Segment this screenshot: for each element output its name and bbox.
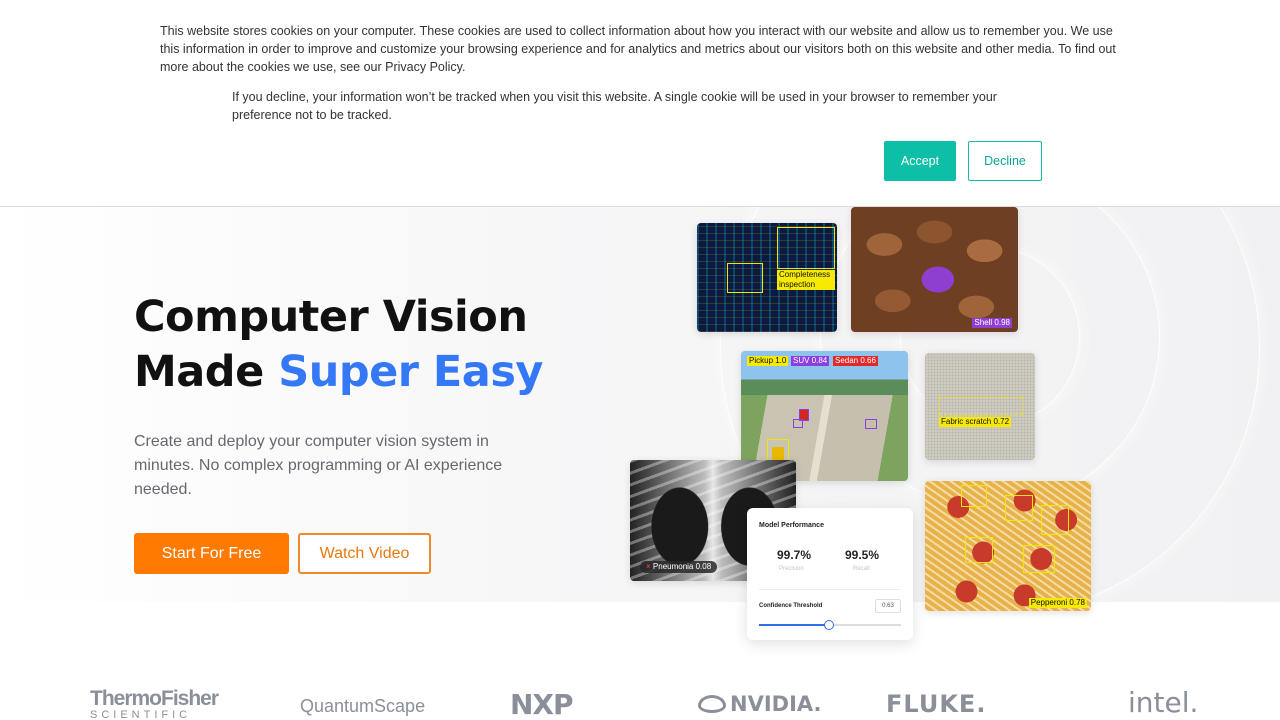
start-for-free-button[interactable]: Start For Free	[134, 533, 289, 574]
detection-box	[965, 537, 993, 563]
panel-title: Model Performance	[759, 522, 824, 529]
intel-logo: intel.	[1128, 686, 1199, 719]
pizza-label: Pepperoni 0.78	[1028, 598, 1087, 608]
pizza-inspection-image: Pepperoni 0.78	[925, 481, 1091, 611]
threshold-label: Confidence Threshold	[759, 603, 823, 609]
vehicle-label-sedan: Sedan 0.66	[833, 356, 878, 366]
hero-headline: Computer Vision Made Super Easy	[134, 290, 543, 400]
thermofisher-logo-main: ThermoFisher	[90, 687, 219, 710]
hero-subtext: Create and deploy your computer vision s…	[134, 433, 503, 498]
precision-value: 99.7%	[777, 548, 812, 562]
threshold-slider[interactable]	[759, 620, 901, 630]
slider-thumb[interactable]	[823, 620, 834, 630]
suv-box	[793, 419, 803, 428]
detection-box	[777, 227, 835, 269]
detection-box	[1023, 545, 1055, 573]
close-icon: ×	[646, 562, 651, 571]
detection-box	[727, 263, 763, 293]
watch-video-button[interactable]: Watch Video	[298, 533, 431, 574]
defect-box	[939, 397, 1023, 415]
nvidia-eye-icon	[698, 695, 726, 713]
pcb-label: Completeness inspection	[777, 270, 835, 290]
model-performance-panel: Model Performance 99.7% Precision 99.5% …	[747, 508, 913, 640]
accept-cookies-button[interactable]: Accept	[884, 141, 956, 181]
thermofisher-logo-sub: SCIENTIFIC	[90, 709, 192, 720]
detection-box	[1041, 505, 1069, 535]
nvidia-logo-text: NVIDIA.	[730, 692, 822, 716]
cookie-decline-info: If you decline, your information won’t b…	[232, 90, 997, 122]
headline-accent: Super Easy	[278, 347, 543, 397]
precision-label: Precision	[779, 566, 804, 572]
fluke-logo: FLUKE.	[886, 690, 987, 718]
quantumscape-logo: QuantumScape	[300, 696, 426, 716]
cookie-banner: This website stores cookies on your comp…	[0, 0, 1280, 207]
decline-cookies-button[interactable]: Decline	[968, 141, 1042, 181]
almond-sorting-image: Shell 0.98	[851, 207, 1018, 332]
detection-box	[1005, 495, 1033, 521]
vehicle-label-suv: SUV 0.84	[791, 356, 830, 366]
suv-box	[865, 419, 877, 429]
almond-label: Shell 0.98	[972, 318, 1012, 328]
recall-label: Recall	[853, 566, 870, 572]
xray-label-text: Pneumonia 0.08	[652, 562, 712, 571]
pcb-inspection-image: Completeness inspection	[697, 223, 837, 332]
thermofisher-logo: ThermoFisher SCIENTIFIC	[90, 687, 219, 720]
fabric-label: Fabric scratch 0.72	[939, 417, 1012, 427]
detection-box	[961, 485, 987, 507]
divider	[759, 589, 901, 590]
fabric-inspection-image: Fabric scratch 0.72	[925, 353, 1035, 460]
vehicle-label-pickup: Pickup 1.0	[747, 356, 789, 366]
xray-label: × Pneumonia 0.08	[640, 561, 718, 573]
headline-line-1: Computer Vision	[134, 292, 528, 342]
nvidia-logo: NVIDIA.	[698, 692, 822, 720]
headline-line-2-prefix: Made	[134, 347, 279, 397]
threshold-input[interactable]: 0.63	[875, 599, 901, 613]
slider-fill	[759, 624, 829, 626]
cookie-text: This website stores cookies on your comp…	[160, 24, 1116, 74]
nxp-logo: NXP	[510, 688, 574, 720]
recall-value: 99.5%	[845, 548, 880, 562]
